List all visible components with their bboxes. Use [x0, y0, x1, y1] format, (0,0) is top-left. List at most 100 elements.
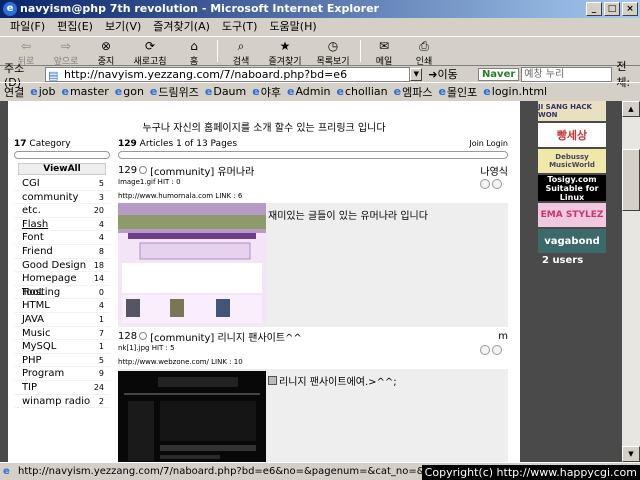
expand-circle-icon[interactable] — [139, 166, 148, 174]
home-button[interactable]: ⌂ 홈 — [174, 37, 214, 67]
category-community[interactable]: community 3 — [14, 191, 110, 205]
category-program[interactable]: Program 9 — [14, 367, 110, 381]
link-label: 몰인포 — [446, 85, 478, 99]
ie-logo-icon: e — [3, 2, 17, 16]
banner-ema-stylez[interactable]: EMA STYLEZ — [538, 203, 606, 227]
category-name: JAVA — [22, 313, 45, 325]
category-font[interactable]: Font 4 — [14, 231, 110, 245]
link-chollian[interactable]: e chollian — [337, 85, 388, 98]
link-label: Admin — [295, 85, 331, 98]
article-title[interactable]: [community] 유머나라 — [150, 163, 254, 178]
scroll-thumb[interactable] — [622, 149, 640, 211]
history-button[interactable]: ◷ 목록보기 — [309, 37, 357, 67]
category-winamp-radio[interactable]: winamp radio 2 — [14, 395, 110, 409]
search-button[interactable]: ⌕ 검색 — [221, 37, 261, 67]
menu-file[interactable]: 파일(F) — [4, 18, 51, 36]
site-screenshot-image[interactable] — [118, 203, 266, 325]
address-input[interactable]: ▤ http://navyism.yezzang.com/7/naboard.p… — [45, 66, 411, 82]
delete-circle-icon[interactable] — [492, 345, 502, 355]
description-text: 재미있는 글들이 있는 유머나라 입니다 — [268, 211, 428, 222]
ie-page-icon: e — [438, 85, 446, 98]
article-item: 128 [community] 리니지 팬사이트^^ m nk[1].jpg H… — [118, 329, 508, 462]
forward-button[interactable]: ⇨ 앞으로 — [46, 37, 86, 67]
link-mallinfo[interactable]: e 몰인포 — [438, 84, 477, 100]
link-admin[interactable]: e Admin — [287, 85, 331, 98]
category-count: 2 — [98, 396, 104, 406]
naver-search-input[interactable]: 예창 누리 — [521, 66, 613, 82]
category-name: TIP — [22, 381, 38, 393]
history-icon: ◷ — [327, 39, 339, 53]
link-master[interactable]: e master — [62, 85, 109, 98]
link-dreamwiz[interactable]: e 드림위즈 — [150, 84, 199, 100]
category-tip[interactable]: TIP 24 — [14, 381, 110, 395]
article-image-info: nk[1].jpg HIT : 5 — [118, 344, 175, 352]
category-flash[interactable]: Flash 4 — [14, 218, 110, 232]
menu-help[interactable]: 도움말(H) — [263, 18, 322, 36]
address-dropdown-button[interactable]: ▼ — [410, 67, 423, 81]
article-url[interactable]: http://www.webzone.com/ LINK : 10 — [118, 357, 508, 367]
link-daum[interactable]: e Daum — [205, 85, 246, 98]
edit-circle-icon[interactable] — [480, 179, 490, 189]
menu-favorites[interactable]: 즐겨찾기(A) — [147, 18, 216, 36]
category-count: 4 — [98, 233, 104, 243]
banner-bread-world[interactable]: 빵세상 — [538, 123, 606, 147]
users-count: 2 users — [542, 255, 584, 266]
refresh-button[interactable]: ⟳ 새로고침 — [126, 37, 174, 67]
close-button[interactable]: × — [622, 2, 638, 16]
category-etc[interactable]: etc. 20 — [14, 204, 110, 218]
link-gon[interactable]: e gon — [115, 85, 144, 98]
vertical-scrollbar[interactable]: ▲ ▼ — [622, 101, 640, 462]
banner-tosigy[interactable]: Tosigy.com Suitable for Linux — [538, 175, 606, 201]
category-html[interactable]: HTML 4 — [14, 299, 110, 313]
minimize-button[interactable]: _ — [586, 2, 602, 16]
article-url[interactable]: http://www.humornala.com LINK : 6 — [118, 191, 508, 201]
scroll-down-button[interactable]: ▼ — [622, 446, 640, 462]
category-friend[interactable]: Friend 8 — [14, 245, 110, 259]
view-all-link[interactable]: ViewAll — [18, 163, 106, 175]
link-job[interactable]: e job — [30, 85, 55, 98]
banner-jisang[interactable]: JI SANG HACK WON — [538, 101, 606, 121]
edit-circle-icon[interactable] — [480, 345, 490, 355]
banner-vagabond[interactable]: vagabond — [538, 229, 606, 253]
favorites-button[interactable]: ★ 즐겨찾기 — [261, 37, 309, 67]
naver-logo[interactable]: Naver — [477, 67, 520, 81]
article-header: 128 [community] 리니지 팬사이트^^ m — [118, 329, 508, 344]
link-yahoo[interactable]: e 야후 — [252, 84, 281, 100]
article-title[interactable]: [community] 리니지 팬사이트^^ — [150, 329, 302, 344]
article-author[interactable]: 나영식 — [480, 163, 508, 178]
category-count: 24 — [93, 382, 104, 392]
page-slogan: 누구나 자신의 홈페이지를 소개 할수 있는 프리링크 입니다 — [142, 123, 386, 134]
mail-button[interactable]: ✉ 메일 — [364, 37, 404, 67]
menu-tools[interactable]: 도구(T) — [216, 18, 264, 36]
category-count: 1 — [98, 314, 104, 324]
go-label: 이동 — [437, 68, 458, 81]
link-label: job — [38, 85, 56, 98]
category-count: 5 — [98, 355, 104, 365]
join-login-link[interactable]: Join Login — [469, 139, 508, 149]
links-label: 연결 — [4, 85, 25, 99]
go-button[interactable]: ➜이동 — [428, 66, 472, 82]
category-java[interactable]: JAVA 1 — [14, 313, 110, 327]
print-button[interactable]: ⎙ 인쇄 — [404, 37, 444, 67]
category-good-design[interactable]: Good Design 18 — [14, 259, 110, 273]
menu-edit[interactable]: 편집(E) — [51, 18, 99, 36]
banner-debussy[interactable]: Debussy MusicWorld — [538, 149, 606, 173]
category-music[interactable]: Music 7 — [14, 327, 110, 341]
link-login[interactable]: e login.html — [483, 85, 547, 98]
stop-button[interactable]: ⊗ 중지 — [86, 37, 126, 67]
category-cgi[interactable]: CGI 5 — [14, 177, 110, 191]
category-php[interactable]: PHP 5 — [14, 354, 110, 368]
category-hosting[interactable]: Hosting 0 — [14, 286, 110, 300]
category-homepage-tool[interactable]: Homepage TooL 14 — [14, 272, 110, 298]
status-page-icon: e — [3, 466, 10, 477]
article-author[interactable]: m — [498, 331, 508, 342]
menu-bar: 파일(F) 편집(E) 보기(V) 즐겨찾기(A) 도구(T) 도움말(H) — [0, 18, 640, 36]
delete-circle-icon[interactable] — [492, 179, 502, 189]
site-screenshot-image[interactable] — [118, 371, 266, 462]
menu-view[interactable]: 보기(V) — [99, 18, 147, 36]
link-empas[interactable]: e 엠파스 — [394, 84, 433, 100]
expand-circle-icon[interactable] — [139, 332, 148, 340]
scroll-up-button[interactable]: ▲ — [622, 101, 640, 117]
category-mysql[interactable]: MySQL 1 — [14, 340, 110, 354]
maximize-button[interactable]: □ — [604, 2, 620, 16]
